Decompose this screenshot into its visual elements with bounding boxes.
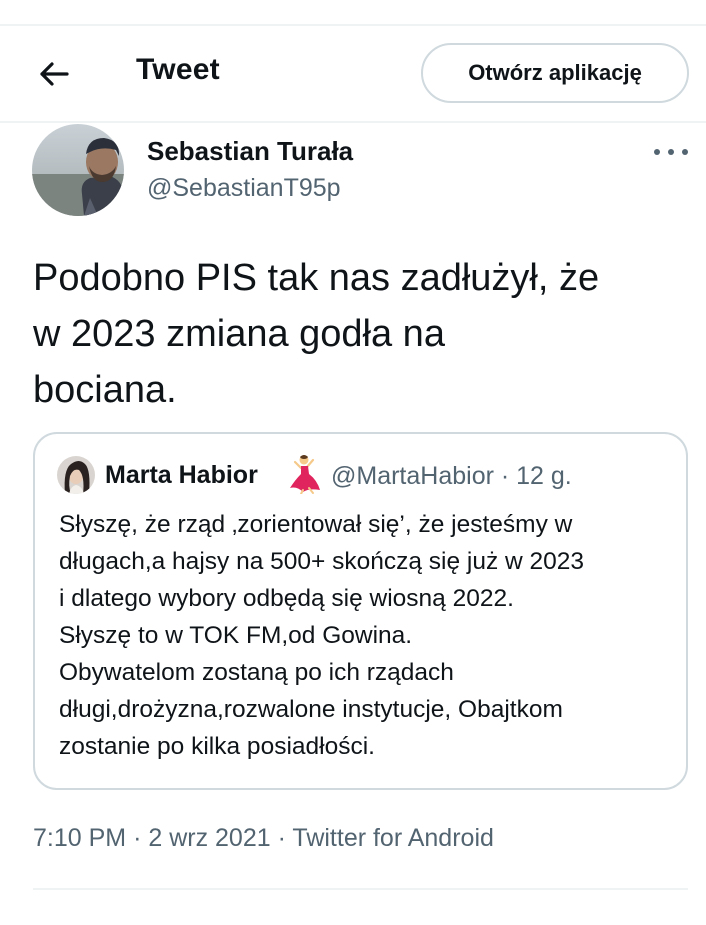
open-app-button[interactable]: Otwórz aplikację [421, 43, 689, 103]
dot [668, 149, 674, 155]
dancer-emoji-icon [287, 454, 323, 495]
tweet-time[interactable]: 7:10 PM [33, 824, 126, 852]
avatar-image [32, 124, 124, 216]
author-handle[interactable]: @SebastianT95p [147, 174, 341, 203]
dot [654, 149, 660, 155]
author-name[interactable]: Sebastian Turała [147, 136, 353, 167]
avatar[interactable] [32, 124, 124, 216]
tweet-author: Sebastian Turała @SebastianT95p [32, 124, 692, 224]
tweet-date[interactable]: 2 wrz 2021 [148, 824, 270, 852]
quoted-author-name: Marta Habior [105, 461, 258, 489]
quoted-author-handle: @MartaHabior · 12 g. [331, 462, 572, 490]
dot [682, 149, 688, 155]
tweet-source[interactable]: Twitter for Android [292, 824, 493, 852]
arrow-left-icon [40, 62, 69, 86]
page-title: Tweet [136, 53, 220, 86]
bottom-divider [33, 888, 688, 890]
quoted-tweet[interactable]: Marta Habior @MartaHabior · 12 g. Słyszę… [33, 432, 688, 790]
meta-separator: · [133, 824, 142, 852]
more-options-icon[interactable] [654, 142, 688, 162]
tweet-metadata: 7:10 PM · 2 wrz 2021 · Twitter for Andro… [33, 824, 494, 853]
back-button[interactable] [30, 54, 78, 94]
quoted-tweet-text: Słyszę, że rząd ‚zorientował się’, że je… [59, 511, 585, 760]
quoted-avatar [57, 456, 95, 494]
header-bar: Tweet Otwórz aplikację [0, 26, 706, 123]
meta-separator: · [277, 824, 286, 852]
tweet-text: Podobno PIS tak nas zadłużył, że w 2023 … [33, 257, 600, 411]
